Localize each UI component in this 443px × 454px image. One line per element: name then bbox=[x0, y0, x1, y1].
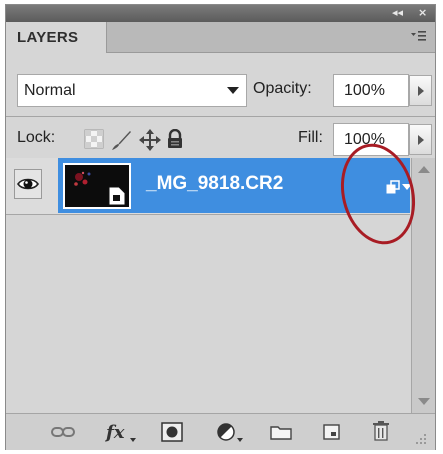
eye-icon[interactable] bbox=[14, 169, 42, 199]
collapse-icon[interactable]: ◂◂ bbox=[392, 6, 403, 19]
panel-menu-icon[interactable] bbox=[411, 30, 427, 45]
panel-tab-row: LAYERS bbox=[6, 22, 435, 53]
delete-trash-icon[interactable] bbox=[372, 420, 390, 447]
opacity-slider-button[interactable] bbox=[409, 75, 432, 106]
opacity-label: Opacity: bbox=[253, 80, 312, 97]
scroll-down-icon[interactable] bbox=[418, 398, 430, 405]
fill-label: Fill: bbox=[298, 129, 323, 146]
panel-titlebar: ◂◂ × bbox=[6, 5, 435, 22]
svg-text:fx: fx bbox=[104, 422, 125, 443]
lock-all-icon[interactable] bbox=[166, 128, 184, 154]
close-icon[interactable]: × bbox=[418, 6, 427, 19]
blend-mode-value: Normal bbox=[24, 82, 76, 99]
tab-layers[interactable]: LAYERS bbox=[6, 22, 107, 53]
blend-mode-select[interactable]: Normal bbox=[17, 74, 247, 107]
scroll-up-icon[interactable] bbox=[418, 166, 430, 173]
chevron-down-icon bbox=[227, 87, 239, 94]
lock-transparent-pixels-icon[interactable] bbox=[84, 129, 104, 154]
lock-label: Lock: bbox=[17, 129, 56, 146]
tab-layers-label: LAYERS bbox=[17, 29, 79, 46]
lock-position-icon[interactable] bbox=[139, 129, 161, 156]
smart-object-thumbnail-icon[interactable] bbox=[63, 163, 131, 209]
lock-image-pixels-icon[interactable] bbox=[110, 129, 132, 156]
opacity-value: 100% bbox=[344, 82, 385, 99]
new-layer-icon[interactable] bbox=[322, 423, 342, 446]
layer-style-fx-icon[interactable]: fx bbox=[104, 420, 138, 449]
add-mask-icon[interactable] bbox=[161, 422, 183, 447]
opacity-input[interactable]: 100% bbox=[333, 74, 409, 107]
panel-bottom-bar: fx bbox=[6, 413, 435, 450]
link-layers-icon[interactable] bbox=[51, 425, 75, 444]
new-group-folder-icon[interactable] bbox=[270, 424, 292, 445]
divider bbox=[6, 116, 435, 117]
layer-name[interactable]: _MG_9818.CR2 bbox=[146, 173, 283, 195]
fill-slider-button[interactable] bbox=[409, 124, 432, 155]
adjustment-layer-icon[interactable] bbox=[216, 422, 244, 449]
resize-grip-icon[interactable] bbox=[414, 432, 428, 451]
